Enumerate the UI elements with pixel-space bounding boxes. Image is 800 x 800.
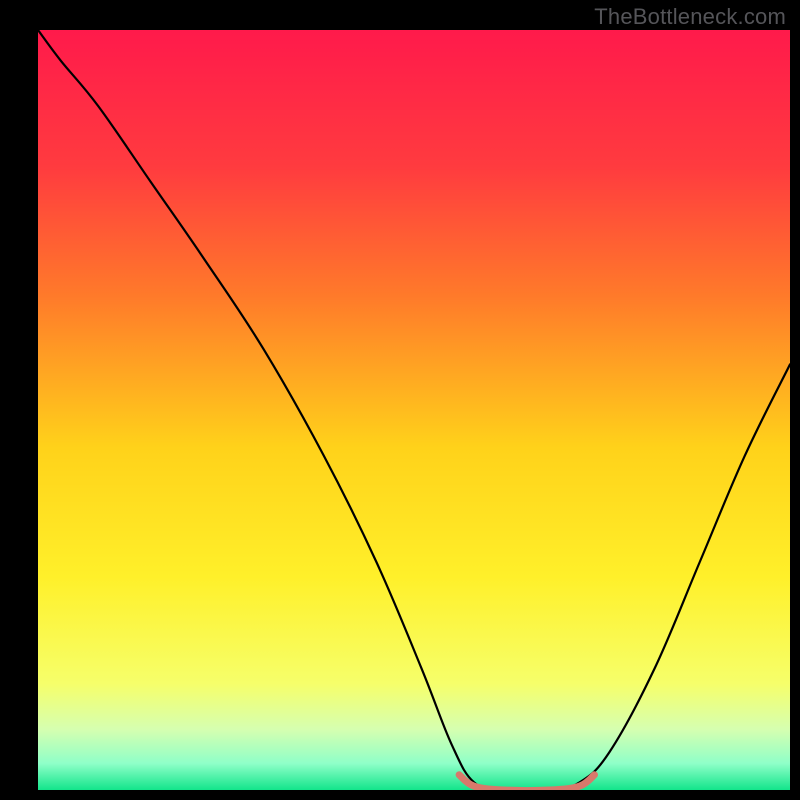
bottleneck-chart	[0, 0, 800, 800]
chart-frame: TheBottleneck.com	[0, 0, 800, 800]
gradient-background	[38, 30, 790, 790]
watermark-text: TheBottleneck.com	[594, 4, 786, 30]
